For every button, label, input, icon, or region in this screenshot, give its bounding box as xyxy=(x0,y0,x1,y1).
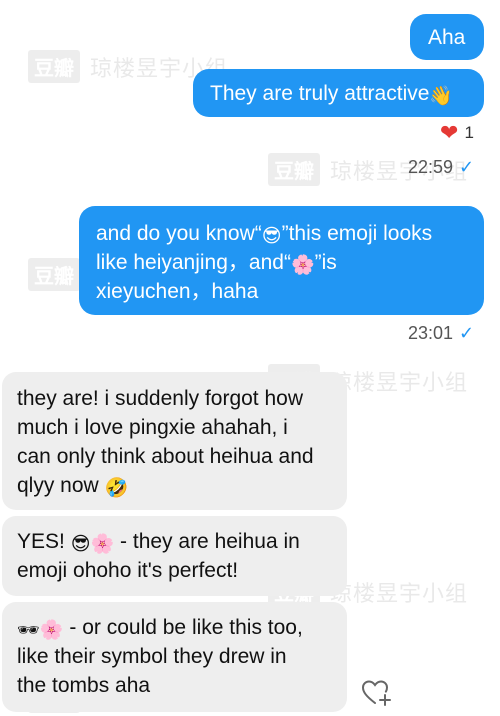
incoming-message[interactable]: they are! i suddenly forgot how much i l… xyxy=(2,372,347,510)
waving-hand-emoji: 👋 xyxy=(429,86,454,107)
message-timestamp: 22:59 ✓ xyxy=(408,157,475,177)
cherry-blossom-emoji: 🌸 xyxy=(290,255,315,276)
sunglasses-emoji: 🕶 xyxy=(17,620,40,640)
incoming-message[interactable]: 🕶🌸 - or could be like this too, like the… xyxy=(2,602,347,712)
read-check-icon: ✓ xyxy=(459,323,475,343)
outgoing-message[interactable]: Aha xyxy=(410,14,484,60)
read-check-icon: ✓ xyxy=(459,157,475,177)
heart-icon: ❤ xyxy=(440,120,459,145)
outgoing-message[interactable]: and do you know“😎”this emoji looks like … xyxy=(79,206,484,315)
cherry-blossom-emoji: 🌸 xyxy=(90,534,115,555)
message-reaction[interactable]: ❤ 1 xyxy=(440,122,474,144)
incoming-message[interactable]: YES! 😎🌸 - they are heihua in emoji ohoho… xyxy=(2,516,347,596)
add-reaction-heart-icon[interactable] xyxy=(360,678,394,708)
outgoing-message[interactable]: They are truly attractive👋 xyxy=(193,69,484,117)
cherry-blossom-emoji: 🌸 xyxy=(39,620,64,641)
sunglasses-face-emoji: 😎 xyxy=(70,534,91,555)
sunglasses-face-emoji: 😎 xyxy=(261,226,282,247)
rolling-laughing-emoji: 🤣 xyxy=(104,478,129,499)
message-timestamp: 23:01 ✓ xyxy=(408,323,475,343)
reaction-count: 1 xyxy=(464,123,474,142)
